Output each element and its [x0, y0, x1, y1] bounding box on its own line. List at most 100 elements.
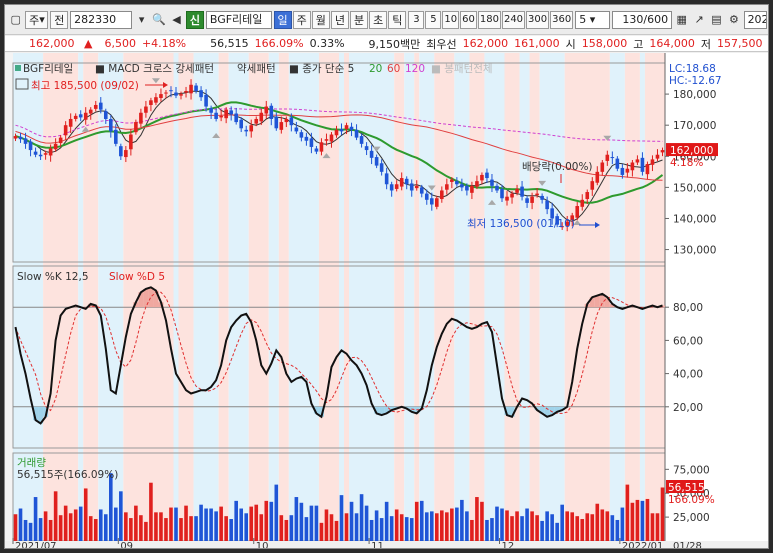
volume-bar	[595, 503, 600, 541]
settings-icon[interactable]: ⚙	[726, 11, 741, 29]
candle-body	[124, 150, 128, 158]
volume-bar	[545, 511, 549, 541]
grid-icon[interactable]: ▦	[674, 11, 689, 29]
candle-body	[374, 157, 379, 166]
window-icon[interactable]: ▢	[8, 11, 23, 29]
search-icon[interactable]: 🔍	[151, 11, 166, 29]
volume-bar	[329, 514, 334, 541]
volume-bar	[339, 495, 344, 541]
volume-bar	[565, 511, 569, 541]
jeon-button[interactable]: 전	[50, 10, 69, 29]
code-dropdown-icon[interactable]: ▾	[134, 11, 149, 29]
volume-bar	[269, 501, 274, 541]
change-percent: +4.18%	[141, 37, 187, 50]
volume-bar	[53, 491, 58, 541]
volume-bar	[450, 508, 454, 541]
candle-body	[244, 129, 249, 132]
trade-amount: 9,150백만	[368, 37, 421, 51]
volume-bar	[555, 522, 559, 541]
candle-body	[189, 84, 193, 94]
interval-button-6[interactable]: 300	[526, 10, 550, 29]
candle-body	[429, 198, 434, 205]
stock-chart[interactable]: 180,000170,000160,000150,000140,000130,0…	[5, 53, 769, 549]
speaker-icon[interactable]: ◀	[169, 11, 184, 29]
volume-bar	[580, 519, 585, 541]
market-select[interactable]: 주 ▾	[25, 10, 49, 29]
volume-bar	[610, 515, 615, 541]
period-tabs: 일주월년분초틱	[273, 10, 407, 29]
volume-bar	[149, 482, 153, 541]
volume-bar	[560, 504, 564, 541]
period-tab-5[interactable]: 초	[369, 10, 388, 29]
volume-bar	[364, 505, 369, 541]
period-tab-3[interactable]: 년	[330, 10, 350, 29]
interval-button-1[interactable]: 5	[425, 10, 442, 29]
candle-body	[324, 139, 329, 141]
interval-button-0[interactable]: 3	[408, 10, 425, 29]
volume-bar	[349, 501, 354, 541]
legend-ma120: 120	[405, 63, 425, 75]
volume-tag-label: 56,515	[668, 482, 705, 494]
dividend-label: 배당락(0.00%)	[522, 161, 593, 173]
right-field[interactable]: 202	[743, 10, 767, 29]
volume-bar	[134, 505, 138, 541]
candle-body	[575, 206, 580, 218]
volume-bar	[530, 511, 534, 541]
volume-bar	[344, 513, 349, 541]
volume-bar	[605, 511, 610, 541]
candle-body	[515, 188, 519, 193]
candle-body	[274, 116, 279, 129]
candle-body	[109, 118, 113, 132]
bid-price: 161,000	[514, 37, 560, 50]
draw-icon[interactable]: ↗	[691, 11, 706, 29]
code-input[interactable]: 282330	[70, 10, 132, 29]
volume-bar	[28, 522, 33, 541]
candle-body	[445, 184, 449, 190]
interval-button-5[interactable]: 240	[501, 10, 526, 29]
volume-bar	[515, 511, 519, 541]
volume-bar	[279, 515, 284, 541]
period-tab-1[interactable]: 주	[292, 10, 311, 29]
candle-body	[214, 112, 218, 119]
trend-band	[529, 53, 540, 541]
interval-button-2[interactable]: 10	[442, 10, 460, 29]
volume-bar	[435, 513, 439, 541]
volume-bar	[625, 484, 630, 541]
candle-body	[224, 109, 228, 119]
trend-band	[504, 53, 520, 541]
quote-bar: 162,000 ▲ 6,500 +4.18% 56,515 166.09% 0.…	[5, 36, 768, 52]
candle-body	[33, 151, 38, 155]
volume-bar	[58, 515, 63, 541]
volume-bar	[164, 518, 168, 541]
period-tab-4[interactable]: 분	[350, 10, 369, 29]
volume-bar	[234, 500, 238, 541]
candle-body	[63, 125, 68, 136]
candle-body	[580, 199, 585, 207]
trend-band	[404, 53, 415, 541]
volume-bar	[414, 501, 419, 541]
candle-body	[114, 129, 118, 144]
chart-type-icon[interactable]: ▤	[709, 11, 724, 29]
volume-bar	[204, 508, 208, 541]
candle-body	[605, 154, 610, 161]
interval-button-7[interactable]: 360	[550, 10, 574, 29]
trend-band	[609, 53, 625, 541]
legend-slow-d: Slow %D 5	[109, 271, 165, 283]
interval-button-3[interactable]: 60	[460, 10, 477, 29]
candle-body	[635, 159, 640, 163]
volume-bar	[169, 507, 173, 541]
candle-body	[424, 193, 429, 200]
candle-body	[630, 162, 635, 171]
interval-select[interactable]: 5 ▾	[575, 10, 611, 29]
volume-bar	[615, 519, 620, 541]
interval-button-4[interactable]: 180	[477, 10, 501, 29]
volume-bar	[23, 519, 28, 541]
count-field[interactable]: 130/600	[612, 10, 673, 29]
price-tick-label: 180,000	[673, 89, 716, 101]
volume-bar	[490, 518, 494, 541]
stock-name-field[interactable]: BGF리테일	[205, 10, 272, 29]
period-tab-6[interactable]: 틱	[388, 10, 407, 29]
period-tab-2[interactable]: 월	[311, 10, 330, 29]
period-tab-0[interactable]: 일	[273, 10, 292, 29]
volume-bar	[550, 514, 554, 541]
